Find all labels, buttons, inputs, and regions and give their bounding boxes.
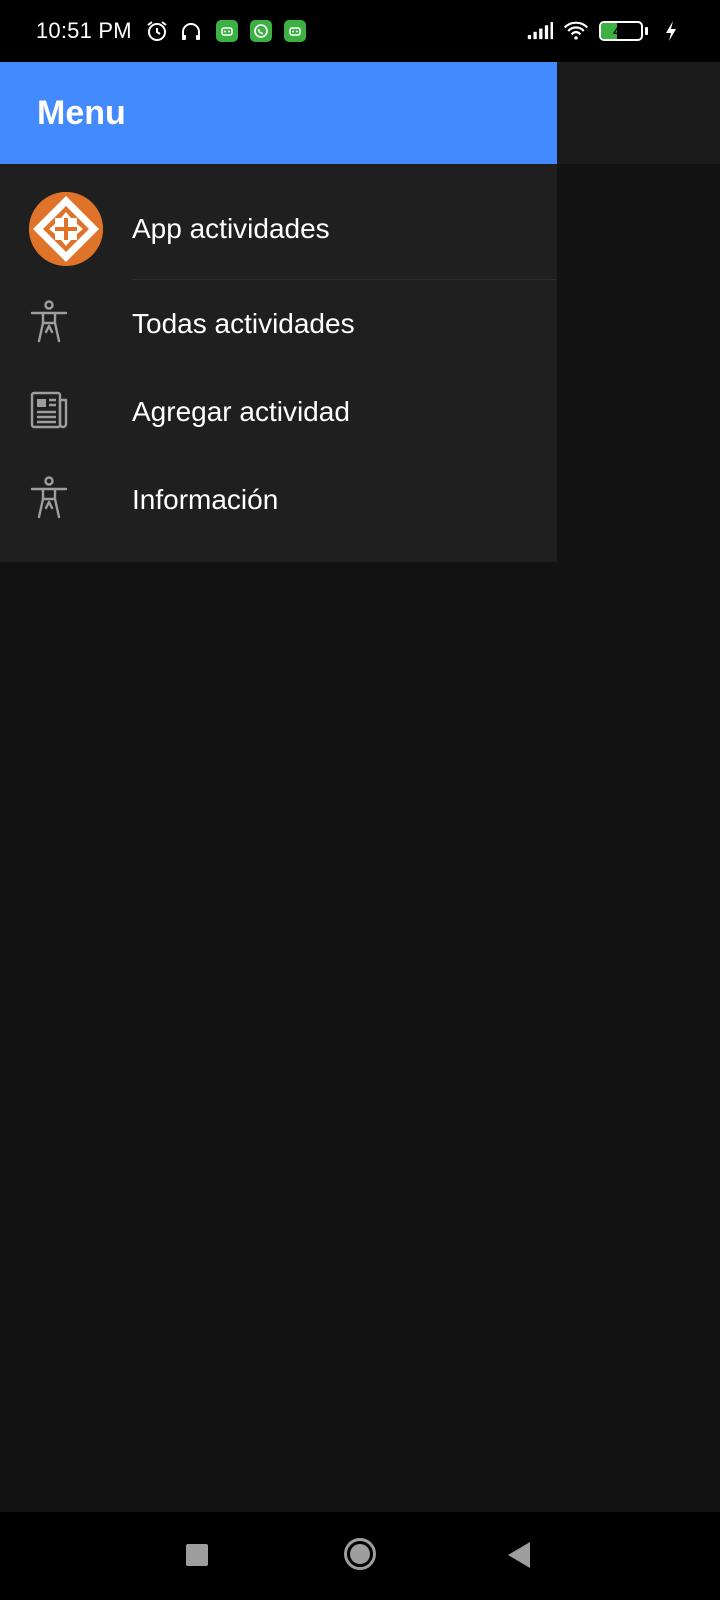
drawer-item-label: App actividades [132, 213, 330, 244]
charging-icon [658, 18, 684, 44]
drawer-item-label: Todas actividades [132, 308, 355, 339]
status-bar: 10:51 PM 40 [0, 0, 720, 62]
drawer-list: App actividades Todas actividades Agrega… [0, 164, 557, 562]
whatsapp-icon [249, 20, 272, 42]
alarm-icon [144, 18, 170, 44]
wifi-icon [563, 18, 589, 44]
newspaper-icon [29, 390, 71, 435]
drawer-item-label: Agregar actividad [132, 396, 350, 427]
drawer-item-label: Información [132, 484, 279, 515]
battery-level: 40 [613, 23, 629, 39]
recents-button[interactable] [186, 1544, 208, 1566]
drawer-item-app-actividades[interactable]: App actividades [0, 178, 557, 280]
headphones-icon [178, 18, 204, 44]
status-time: 10:51 PM [36, 18, 132, 43]
drawer-header: Menu [0, 62, 557, 164]
drawer-item-agregar-actividad[interactable]: Agregar actividad [0, 368, 557, 456]
back-button[interactable] [508, 1542, 532, 1568]
accessibility-icon [29, 475, 69, 525]
app-logo-icon [29, 192, 103, 266]
drawer-item-todas-actividades[interactable]: Todas actividades [0, 280, 557, 368]
battery-icon: 40 [599, 21, 643, 41]
system-nav-bar [0, 1512, 720, 1600]
accessibility-icon [29, 299, 69, 349]
battery-tip [645, 27, 648, 35]
drawer-title: Menu [37, 93, 126, 132]
home-button[interactable] [343, 1537, 377, 1571]
signal-icon [527, 18, 553, 44]
screen: 10:51 PM 40 Menu App actividades Todas a… [0, 0, 720, 1600]
drawer-item-informacion[interactable]: Información [0, 456, 557, 544]
app-notification-icon [283, 20, 306, 42]
navigation-drawer: Menu App actividades Todas actividades A… [0, 62, 557, 1512]
app-notification-icon [215, 20, 238, 42]
